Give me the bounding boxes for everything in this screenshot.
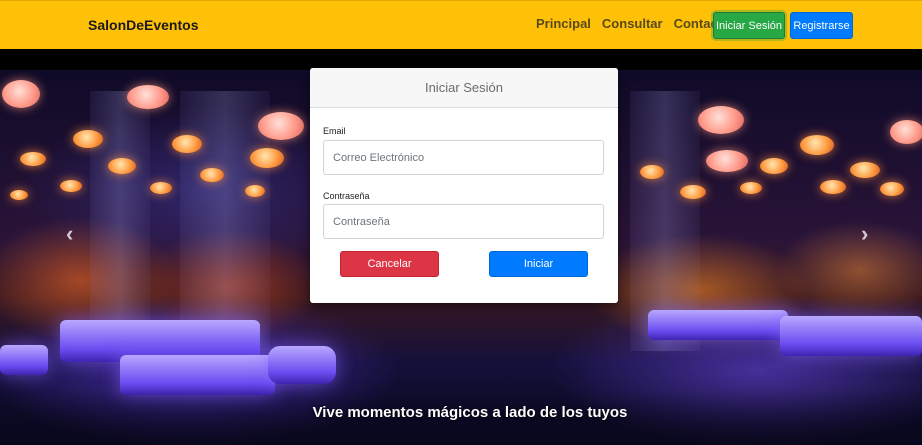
lantern: [680, 185, 706, 199]
lantern: [880, 182, 904, 196]
lounge-ottoman: [268, 346, 336, 384]
lantern: [127, 85, 169, 109]
lantern: [60, 180, 82, 192]
email-label: Email: [323, 126, 346, 136]
lantern: [760, 158, 788, 174]
lantern: [258, 112, 304, 140]
nav-link-consultar[interactable]: Consultar: [602, 16, 663, 31]
lantern: [108, 158, 136, 174]
login-submit-button[interactable]: Iniciar: [489, 251, 588, 277]
hero-top-band: [0, 49, 922, 70]
login-modal: Iniciar Sesión Email Contraseña Cancelar…: [310, 68, 618, 303]
lantern: [73, 130, 103, 148]
register-nav-button[interactable]: Registrarse: [790, 12, 853, 39]
carousel-caption: Vive momentos mágicos a lado de los tuyo…: [312, 404, 628, 421]
lantern: [850, 162, 880, 178]
lantern: [200, 168, 224, 182]
lantern: [150, 182, 172, 194]
chevron-right-icon: ›: [861, 221, 869, 246]
carousel-next-button[interactable]: ›: [861, 221, 868, 247]
curtain: [180, 91, 270, 351]
lantern: [10, 190, 28, 200]
lantern: [172, 135, 202, 153]
nav-link-principal[interactable]: Principal: [536, 16, 591, 31]
email-field[interactable]: [323, 140, 604, 175]
lounge-sofa: [780, 316, 922, 356]
cancel-button[interactable]: Cancelar: [340, 251, 439, 277]
lantern: [250, 148, 284, 168]
top-navbar: SalonDeEventos Principal Consultar Conta…: [0, 0, 922, 49]
lantern: [20, 152, 46, 166]
lounge-sofa: [0, 345, 48, 375]
nav-links: Principal Consultar Contacto: [536, 16, 730, 31]
chevron-left-icon: ‹: [66, 221, 74, 246]
modal-title: Iniciar Sesión: [310, 68, 618, 108]
password-field[interactable]: [323, 204, 604, 239]
lantern: [820, 180, 846, 194]
lantern: [740, 182, 762, 194]
curtain: [90, 91, 150, 351]
lounge-sofa: [648, 310, 788, 340]
brand-logo[interactable]: SalonDeEventos: [88, 17, 198, 33]
lantern: [2, 80, 40, 108]
lantern: [640, 165, 664, 179]
lantern: [698, 106, 744, 134]
password-label: Contraseña: [323, 191, 370, 201]
login-nav-button[interactable]: Iniciar Sesión: [713, 12, 785, 39]
lantern: [706, 150, 748, 172]
lounge-sofa: [120, 355, 275, 395]
lantern: [800, 135, 834, 155]
lantern: [245, 185, 265, 197]
lantern: [890, 120, 922, 144]
carousel-prev-button[interactable]: ‹: [66, 221, 73, 247]
